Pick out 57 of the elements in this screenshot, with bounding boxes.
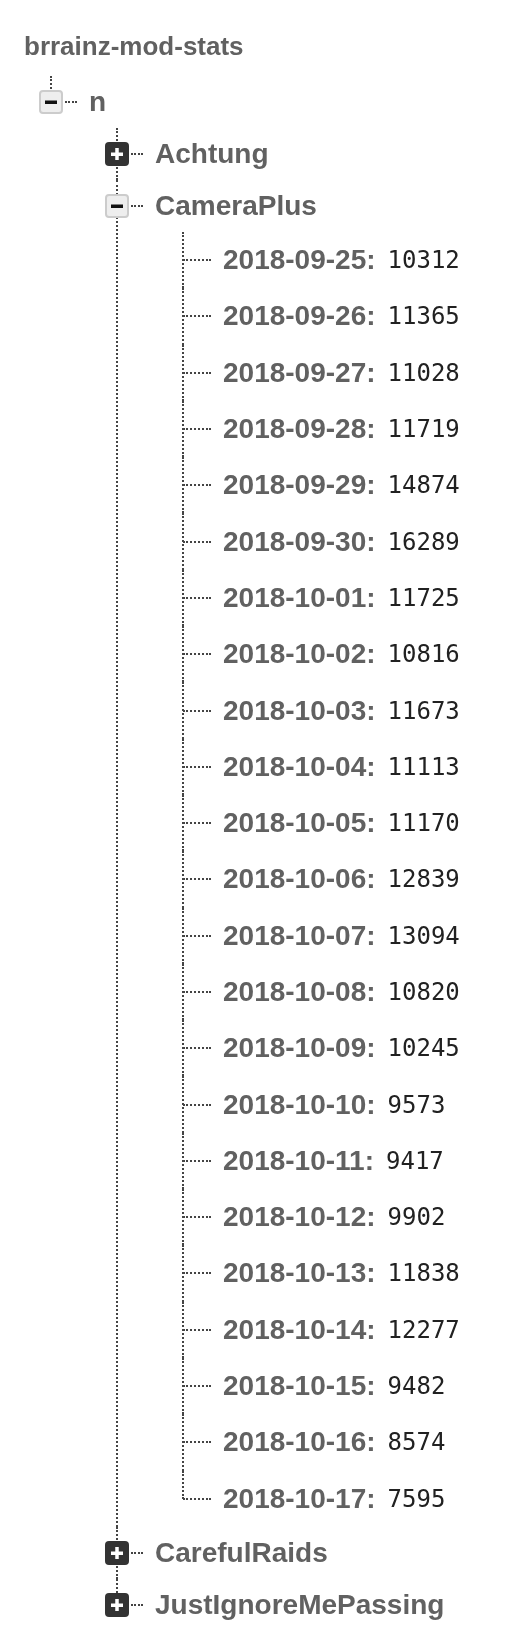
node-key[interactable]: CarefulRaids (155, 1536, 328, 1569)
node-key: 2018-09-27: (223, 356, 376, 389)
node-key[interactable]: Achtung (155, 138, 269, 170)
node-key: 2018-09-30: (223, 525, 376, 558)
node-value: 9573 (387, 1090, 446, 1119)
node-value: 11719 (387, 415, 460, 444)
node-key: 2018-10-16: (223, 1426, 376, 1459)
expand-toggle-icon[interactable] (105, 142, 129, 166)
node-value: 13094 (387, 921, 460, 950)
node-key: 2018-10-01: (223, 581, 376, 614)
node-value: 11170 (387, 809, 460, 838)
collapse-toggle-icon[interactable] (39, 90, 63, 114)
node-key: 2018-10-17: (223, 1482, 376, 1515)
node-value: 11113 (387, 752, 460, 781)
expand-toggle-icon[interactable] (105, 1540, 129, 1565)
node-key: 2018-10-04: (223, 750, 376, 783)
node-value: 12839 (387, 865, 460, 894)
node-key[interactable]: CameraPlus (155, 190, 317, 222)
node-value: 10245 (387, 1034, 460, 1063)
node-value: 9902 (387, 1203, 446, 1232)
expand-toggle-icon[interactable] (105, 1592, 129, 1617)
node-key: 2018-10-08: (223, 976, 376, 1008)
node-value: 11725 (387, 583, 460, 612)
node-key: 2018-09-26: (223, 300, 376, 333)
node-value: 14874 (387, 471, 460, 500)
node-value: 9417 (386, 1146, 444, 1175)
node-value: 7595 (387, 1484, 446, 1513)
node-value: 11673 (387, 696, 460, 725)
node-key: 2018-10-12: (223, 1201, 376, 1234)
collapse-toggle-icon[interactable] (105, 194, 129, 218)
node-key: 2018-10-06: (223, 863, 376, 896)
node-key: 2018-10-11: (223, 1144, 374, 1177)
node-key: 2018-09-29: (223, 469, 376, 502)
node-key: 2018-10-10: (223, 1088, 376, 1121)
node-value: 11838 (387, 1259, 460, 1288)
node-value: 8574 (387, 1428, 446, 1457)
node-value: 10820 (387, 978, 460, 1006)
node-key: 2018-09-28: (223, 413, 376, 446)
node-value: 11028 (387, 358, 460, 387)
node-key[interactable]: n (89, 86, 107, 118)
node-key: 2018-10-14: (223, 1313, 376, 1346)
node-value: 12277 (387, 1315, 460, 1344)
node-value: 10816 (387, 640, 460, 669)
node-key: 2018-10-07: (223, 919, 376, 952)
node-key: 2018-10-13: (223, 1257, 376, 1290)
node-key: 2018-10-05: (223, 807, 376, 840)
node-key: 2018-10-09: (223, 1032, 376, 1065)
node-key: 2018-10-02: (223, 638, 376, 671)
node-key[interactable]: JustIgnoreMePassing (155, 1588, 445, 1621)
node-value: 9482 (387, 1372, 446, 1401)
node-value: 16289 (387, 527, 460, 556)
node-key: 2018-09-25: (223, 244, 376, 277)
node-value: 10312 (387, 246, 460, 275)
node-value: 11365 (387, 302, 460, 331)
database-title: brrainz-mod-stats (24, 31, 244, 61)
node-key: 2018-10-15: (223, 1370, 376, 1403)
node-key: 2018-10-03: (223, 694, 376, 727)
